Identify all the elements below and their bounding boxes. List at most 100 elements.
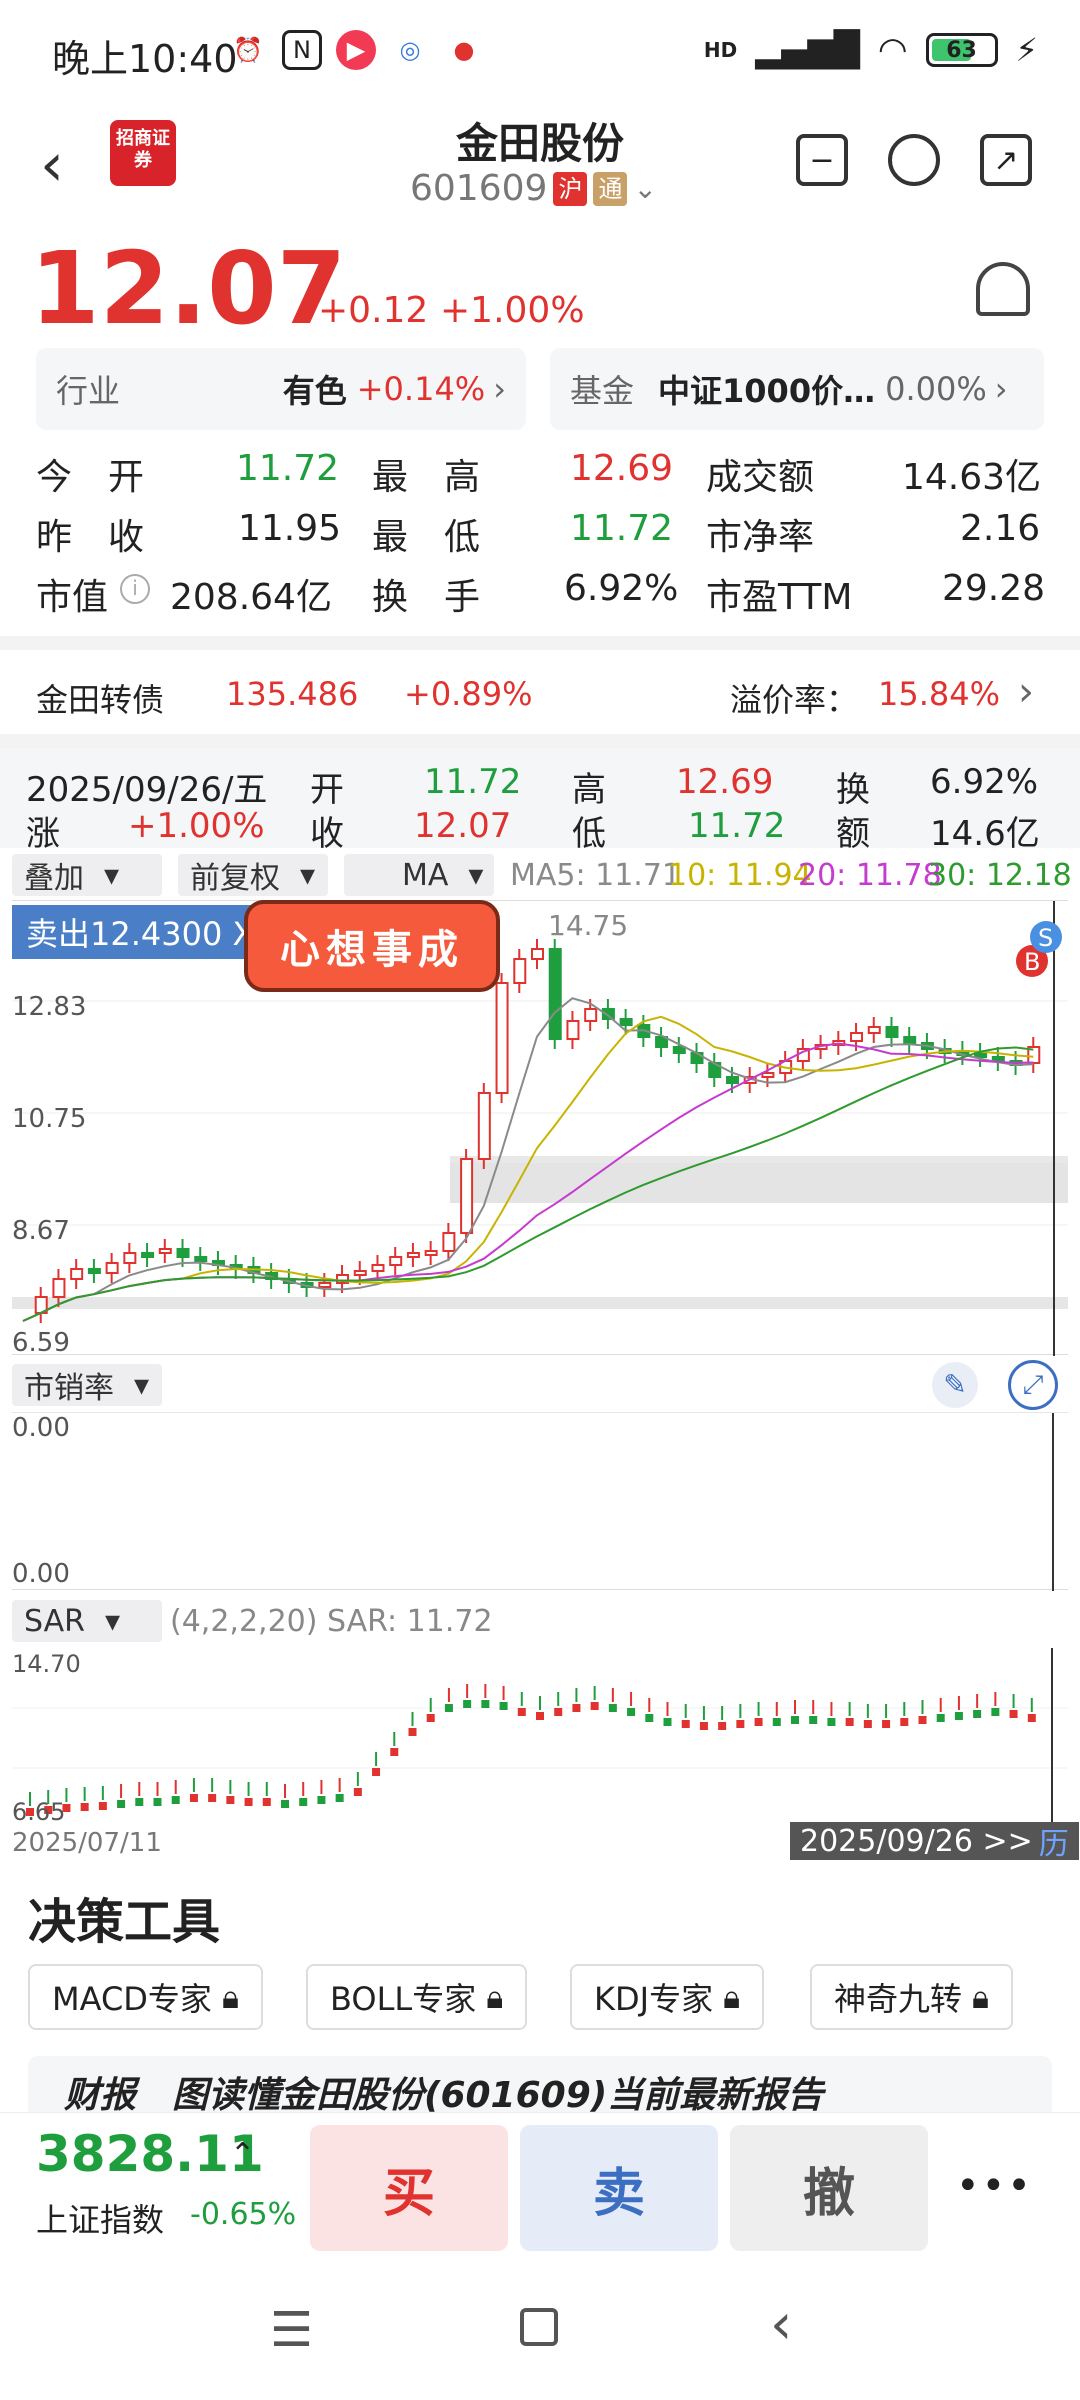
fund-pct: 0.00% [885,370,987,408]
sar-dot [882,1720,891,1728]
tool-kdj[interactable]: KDJ专家 🔒︎ [570,1964,765,2030]
ma20-value: 20: 11.78 [798,858,942,893]
sar-indicator-bar: SAR ▾ (4,2,2,20) SAR: 11.72 [12,1596,1068,1646]
crosshair-line [1052,1413,1054,1591]
sar-dot [718,1722,727,1730]
bond-name: 金田转债 [36,681,165,719]
fund-value: 中证1000价… [658,372,876,410]
sell-button[interactable]: 卖 [520,2125,718,2251]
sar-bottom-label: 6.65 [12,1798,65,1826]
candle-body [389,1256,403,1266]
candle-body [141,1252,155,1258]
ps-dropdown[interactable]: 市销率 ▾ [12,1364,162,1406]
wifi-icon: ◠ [877,30,908,70]
candle-body [158,1248,172,1254]
price-alert-icon[interactable] [976,262,1030,316]
sar-dot [772,1718,781,1726]
fund-box[interactable]: 基金 中证1000价… 0.00% › [550,348,1044,430]
chart-start-date: 2025/07/11 [12,1828,162,1858]
chart-end-date-button[interactable]: 2025/09/26 >> 历 [790,1819,1079,1863]
tool-boll[interactable]: BOLL专家 🔒︎ [306,1964,528,2030]
day-amt-label: 额 [836,814,870,854]
sar-dot [791,1716,799,1724]
sar-dot [226,1796,235,1804]
convertible-bond-row[interactable]: 金田转债 135.486 +0.89% 溢价率： 15.84% › [0,655,1080,735]
network-type-label: HD [703,38,738,62]
tool-macd[interactable]: MACD专家 🔒︎ [28,1964,263,2030]
cancel-button[interactable]: 撤 [730,2125,928,2251]
sar-dot [536,1712,544,1720]
caret-down-icon: ▾ [468,857,484,893]
buy-button[interactable]: 买 [310,2125,508,2251]
turnover-value: 6.92% [564,568,679,609]
sar-dot [171,1796,180,1804]
search-icon[interactable] [888,134,940,186]
sar-dot [736,1720,745,1728]
candle-body [442,1232,456,1252]
caret-down-icon: ▾ [104,857,120,893]
kline-svg: 14.75 12.83 10.75 8.67 6.59 B S [12,901,1068,1358]
ps-chart[interactable]: 0.00 0.00 [12,1412,1068,1591]
report-title: 财报 图读懂金田股份(601609)当前最新报告 [64,2075,824,2112]
signal-icon: ▂▄▆█ [755,30,860,70]
day-amt: 14.6亿 [930,814,1040,854]
home-icon[interactable] [520,2308,558,2346]
adjust-dropdown[interactable]: 前复权 ▾ [178,854,328,896]
sar-dot [1009,1710,1018,1718]
decision-tools-title: 决策工具 [28,1894,221,1950]
day-close-label: 收 [310,814,344,854]
chevron-up-icon[interactable]: ⌃ [230,2137,255,2172]
stock-code-selector[interactable]: 601609 沪 通 ⌄ [410,168,657,209]
day-low: 11.72 [688,806,786,846]
sar-chart[interactable]: 14.70 6.65 [12,1648,1068,1828]
bond-pct: +0.89% [404,675,533,713]
sar-dropdown[interactable]: SAR ▾ [12,1600,162,1642]
chevron-down-icon: ⌄ [633,172,657,205]
sar-dot [608,1704,617,1712]
sell-order-label[interactable]: 卖出12.4300 X [12,905,269,959]
quote-row-1: 今 开 11.72 最 高 12.69 成交额 14.63亿 [36,448,1046,506]
candle-body [87,1268,101,1274]
back-nav-icon[interactable]: ‹ [770,2292,792,2357]
volume-zone [12,1297,1068,1309]
candle-body [548,948,562,1040]
remove-watchlist-icon[interactable]: − [796,134,848,186]
expand-icon[interactable]: ⤢ [1008,1360,1058,1410]
candle-body [991,1056,1005,1062]
ps-bottom-label: 0.00 [12,1559,70,1589]
lock-icon: 🔒︎ [486,1977,504,2016]
candle-body [123,1252,137,1264]
pe-label: 市盈TTM [706,577,853,618]
industry-label: 行业 [56,372,121,410]
industry-box[interactable]: 行业 有色 +0.14% › [36,348,526,430]
app-notification-icon: ◎ [399,36,421,64]
day-chg: +1.00% [128,806,265,846]
price-change: +0.12 [318,290,429,331]
tool-nine-turn[interactable]: 神奇九转 🔒︎ [810,1964,1014,2030]
overlay-dropdown[interactable]: 叠加 ▾ [12,854,162,896]
divider [0,734,1080,748]
history-link[interactable]: 历 [1039,1819,1069,1863]
price-change-pct: +1.00% [440,290,585,331]
ma10-value: 10: 11.94 [668,858,812,893]
financial-report-card[interactable]: 财报 图读懂金田股份(601609)当前最新报告 [28,2056,1052,2112]
divider [0,636,1080,650]
sar-dot [80,1803,89,1811]
menu-icon[interactable]: ☰ [270,2302,313,2358]
ma-dropdown[interactable]: MA ▾ [344,854,494,896]
kline-chart[interactable]: 14.75 12.83 10.75 8.67 6.59 B S [12,900,1068,1358]
status-notification-icons: ⏰ N ▶ ◎ ● [228,30,484,70]
premium-label: 溢价率： [730,681,859,719]
candle-body [867,1026,881,1034]
caret-down-icon: ▾ [300,857,316,893]
industry-value: 有色 [282,372,347,410]
candle-body [850,1032,864,1042]
open-label: 今 开 [36,457,145,498]
candle-body [495,982,509,1094]
info-icon[interactable]: i [120,574,150,604]
share-icon[interactable]: ↗ [980,134,1032,186]
more-icon[interactable]: ••• [956,2163,1033,2209]
edit-pencil-icon[interactable]: ✎ [932,1362,978,1408]
sar-dot [845,1718,854,1726]
sticker-banner[interactable]: 心想事成 [244,900,500,992]
